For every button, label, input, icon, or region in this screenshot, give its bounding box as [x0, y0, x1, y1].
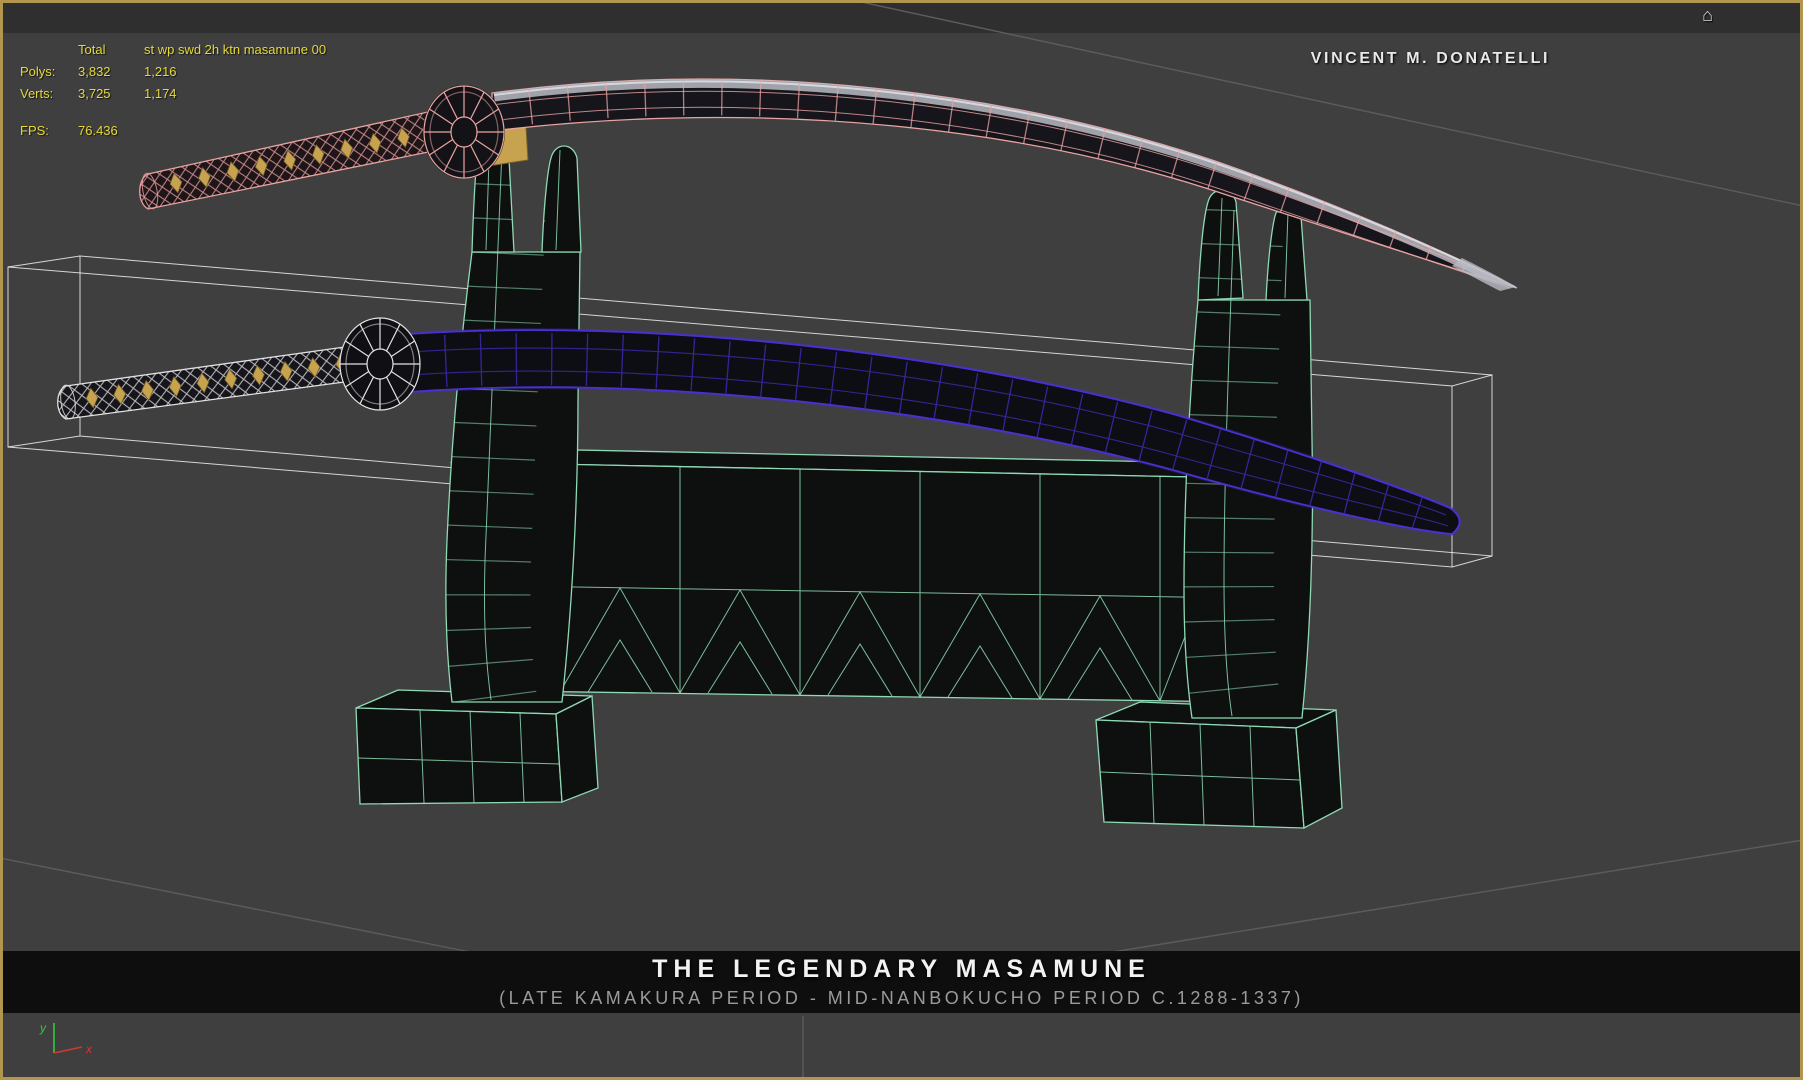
stats-verts-label: Verts:	[20, 86, 54, 101]
sheathed-katana-tsuba	[339, 317, 421, 411]
katana-blade-model[interactable]	[139, 78, 1518, 291]
stats-verts-total: 3,725	[78, 86, 111, 101]
banner-title: THE LEGENDARY MASAMUNE	[652, 955, 1151, 983]
stand-left-post	[445, 125, 582, 703]
blade-tip-highlight	[1452, 258, 1516, 291]
axis-gizmo: y x	[39, 1021, 93, 1056]
stand-left-foot	[355, 689, 599, 805]
sheathed-katana-handle	[57, 345, 357, 420]
stats-polys-label: Polys:	[20, 64, 56, 79]
axis-y-label: y	[39, 1021, 47, 1035]
stats-header-object: st wp swd 2h ktn masamune 00	[144, 42, 327, 57]
stand-right-foot	[1095, 701, 1343, 830]
stats-spacer	[20, 42, 78, 57]
stats-polys-total: 3,832	[78, 64, 111, 79]
blade-katana-tsuba	[423, 85, 505, 179]
stats-header-total: Total	[78, 42, 106, 57]
home-icon[interactable]: ⌂	[1702, 5, 1713, 26]
title-banner: THE LEGENDARY MASAMUNE (LATE KAMAKURA PE…	[3, 951, 1800, 1013]
stats-polys-object: 1,216	[144, 64, 177, 79]
fps-label: FPS:	[20, 123, 49, 138]
viewport-3d[interactable]: y x	[0, 0, 1803, 1080]
fps-value: 76.436	[78, 123, 118, 138]
artist-credit: VINCENT M. DONATELLI	[1310, 50, 1550, 67]
banner-subtitle: (LATE KAMAKURA PERIOD - MID-NANBOKUCHO P…	[499, 988, 1304, 1008]
viewport-statistics: Total st wp swd 2h ktn masamune 00 Polys…	[20, 42, 326, 138]
axis-x-label: x	[85, 1042, 93, 1056]
stats-verts-object: 1,174	[144, 86, 177, 101]
